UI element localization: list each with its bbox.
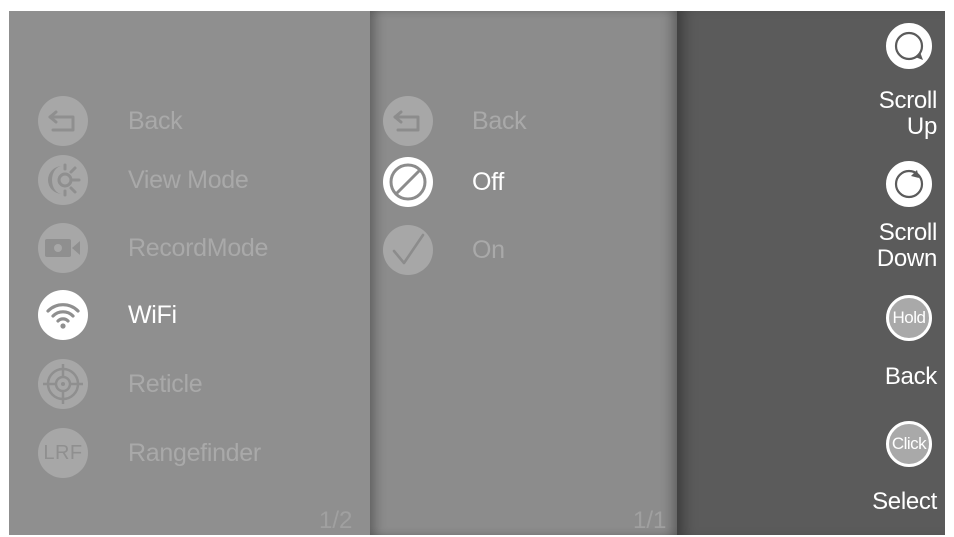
submenu-item-label: On xyxy=(472,235,505,264)
check-icon xyxy=(383,225,433,275)
menu-item-label: View Mode xyxy=(128,165,249,194)
scroll-down-icon xyxy=(886,161,932,207)
view-mode-icon xyxy=(38,155,88,205)
wifi-submenu-panel: Back Off On 1/1 xyxy=(370,11,677,535)
back-arrow-icon xyxy=(38,96,88,146)
select-label: Select xyxy=(872,488,937,515)
main-menu-panel: Back View Mode RecordMode WiFi Reticle L… xyxy=(9,11,370,535)
device-screen: Back View Mode RecordMode WiFi Reticle L… xyxy=(9,11,945,535)
click-badge-text: Click xyxy=(891,434,927,453)
submenu-item-on[interactable]: On xyxy=(383,224,505,276)
scroll-down-label-line2: Down xyxy=(876,245,937,272)
click-button-icon: Click xyxy=(886,421,932,467)
menu-item-label: Reticle xyxy=(128,369,203,398)
back-arrow-icon xyxy=(383,96,433,146)
controls-legend-panel: Scroll Up Scroll Down Hold Back Click Se… xyxy=(677,11,945,535)
wifi-icon xyxy=(38,290,88,340)
video-camera-icon xyxy=(38,223,88,273)
menu-item-view-mode[interactable]: View Mode xyxy=(38,154,249,206)
back-label: Back xyxy=(884,363,937,390)
scroll-down-label: Scroll Down xyxy=(817,220,937,272)
menu-item-label: WiFi xyxy=(128,300,177,329)
scroll-up-label-line2: Up xyxy=(906,113,937,140)
menu-item-label: RecordMode xyxy=(128,233,269,262)
crosshair-icon xyxy=(38,359,88,409)
menu-item-rangefinder[interactable]: LRF Rangefinder xyxy=(38,427,261,479)
menu-item-label: Rangefinder xyxy=(128,438,261,467)
submenu-item-off[interactable]: Off xyxy=(383,156,504,208)
submenu-item-back[interactable]: Back xyxy=(383,95,527,147)
page-indicator: 1/2 xyxy=(319,507,353,534)
menu-item-reticle[interactable]: Reticle xyxy=(38,358,203,410)
menu-item-label: Back xyxy=(128,106,183,135)
scroll-up-label-line1: Scroll xyxy=(878,87,938,114)
submenu-item-label: Back xyxy=(472,106,527,135)
menu-item-back[interactable]: Back xyxy=(38,95,183,147)
lrf-icon: LRF xyxy=(38,428,88,478)
off-slash-icon xyxy=(383,157,433,207)
lrf-icon-text: LRF xyxy=(43,441,83,464)
menu-item-wifi[interactable]: WiFi xyxy=(38,289,177,341)
hold-button-icon: Hold xyxy=(886,295,932,341)
submenu-item-label: Off xyxy=(472,167,504,196)
scroll-up-icon xyxy=(886,23,932,69)
scroll-down-label-line1: Scroll xyxy=(878,219,938,246)
scroll-up-label: Scroll Up xyxy=(817,87,938,140)
menu-item-record-mode[interactable]: RecordMode xyxy=(38,222,268,274)
hold-badge-text: Hold xyxy=(892,308,926,327)
page-indicator: 1/1 xyxy=(633,507,667,534)
